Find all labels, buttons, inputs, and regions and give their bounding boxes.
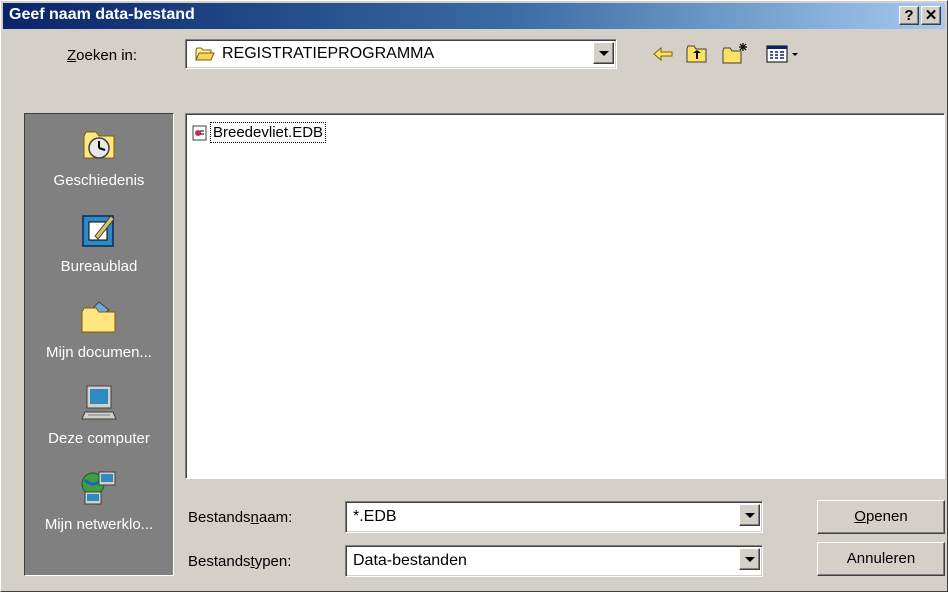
back-icon[interactable] [651,41,675,67]
place-label: Bureaublad [60,258,138,275]
place-desktop[interactable]: Bureaublad [25,204,173,288]
view-menu-icon[interactable] [765,41,805,67]
close-button[interactable]: ✕ [921,6,941,25]
desktop-icon [82,215,115,247]
place-label: Geschiedenis [53,172,145,189]
place-my-computer[interactable]: Deze computer [25,376,173,460]
help-icon: ? [904,7,914,24]
dialog-title: Geef naam data-bestand [9,6,195,23]
file-type-dropdown[interactable]: Data-bestanden [345,545,763,577]
file-list[interactable]: Breedevliet.EDB [185,113,945,479]
open-file-dialog: Geef naam data-bestand ? ✕ Zoeken in: RE… [0,0,948,592]
file-name-label: Bestandsnaam: [188,509,293,526]
file-name: Breedevliet.EDB [210,122,327,143]
place-history[interactable]: Geschiedenis [25,118,173,202]
chevron-down-icon[interactable] [593,42,614,64]
look-in-label: Zoeken in: [67,47,138,64]
network-places-icon [81,471,116,505]
help-button[interactable]: ? [899,6,919,25]
place-my-documents[interactable]: Mijn documen... [25,290,173,374]
my-computer-icon [81,385,117,420]
file-name-input[interactable]: *.EDB [345,501,763,533]
chevron-down-icon[interactable] [739,504,760,526]
places-bar: Geschiedenis Bureaublad Mijn documen... [24,113,174,576]
my-documents-icon [81,301,116,333]
edb-file-icon [192,125,207,141]
place-label: Mijn documen... [46,344,152,361]
look-in-dropdown[interactable]: REGISTRATIEPROGRAMMA [185,39,617,69]
folder-icon [195,47,215,61]
look-in-value: REGISTRATIEPROGRAMMA [222,45,435,62]
open-button[interactable]: Openen [817,500,945,534]
history-icon [83,131,115,159]
title-bar[interactable]: Geef naam data-bestand ? ✕ [3,3,945,29]
place-network[interactable]: Mijn netwerklo... [25,462,173,546]
cancel-button[interactable]: Annuleren [817,542,945,576]
up-folder-icon[interactable] [685,41,709,67]
place-label: Mijn netwerklo... [44,516,154,533]
place-label: Deze computer [48,430,150,447]
file-name-value: *.EDB [353,508,397,525]
new-folder-icon[interactable] [721,41,749,67]
file-type-value: Data-bestanden [353,552,467,569]
file-type-label: Bestandstypen: [188,553,292,570]
close-icon: ✕ [924,7,938,24]
chevron-down-icon[interactable] [739,548,760,570]
